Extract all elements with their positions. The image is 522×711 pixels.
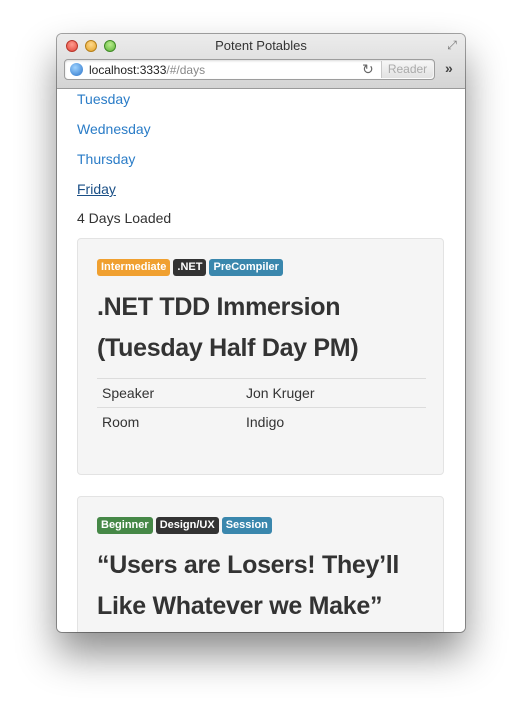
session-details-table: Speaker Jon Kruger Room Indigo bbox=[97, 378, 426, 436]
reload-icon[interactable]: ↻ bbox=[362, 61, 374, 78]
session-type-tag: PreCompiler bbox=[209, 259, 283, 276]
level-tag: Intermediate bbox=[97, 259, 171, 276]
table-row: Speaker Jon Kruger bbox=[97, 378, 426, 408]
table-row: Room Indigo bbox=[97, 407, 426, 436]
tag-list: Beginner Design/UX Session bbox=[97, 517, 272, 534]
session-title-line: .NET TDD Immersion bbox=[97, 293, 341, 321]
day-link-wednesday[interactable]: Wednesday bbox=[77, 121, 151, 137]
globe-icon bbox=[70, 63, 83, 76]
browser-window: Potent Potables ⤢ localhost:3333/#/days … bbox=[57, 34, 465, 632]
day-link-friday[interactable]: Friday bbox=[77, 181, 116, 197]
day-link-tuesday[interactable]: Tuesday bbox=[77, 91, 130, 107]
days-loaded-status: 4 Days Loaded bbox=[77, 210, 172, 226]
room-value: Indigo bbox=[241, 407, 426, 436]
session-title-line: “Users are Losers! They’ll bbox=[97, 551, 400, 579]
title-bar: Potent Potables ⤢ localhost:3333/#/days … bbox=[57, 34, 465, 89]
url-text[interactable]: localhost:3333/#/days bbox=[89, 63, 205, 77]
url-host: localhost:3333 bbox=[89, 63, 167, 77]
page-content: Tuesday Wednesday Thursday Friday 4 Days… bbox=[57, 89, 465, 632]
session-type-tag: Session bbox=[221, 517, 272, 534]
url-path: /#/days bbox=[166, 63, 206, 77]
speaker-label: Speaker bbox=[97, 378, 241, 408]
session-title-line: Like Whatever we Make” bbox=[97, 592, 383, 620]
room-label: Room bbox=[97, 407, 241, 436]
session-card: Beginner Design/UX Session “Users are Lo… bbox=[77, 496, 444, 632]
fullscreen-arrows-icon[interactable]: ⤢ bbox=[445, 38, 459, 52]
window-title: Potent Potables bbox=[215, 38, 307, 53]
session-title: .NET TDD Immersion (Tuesday Half Day PM) bbox=[97, 287, 437, 369]
address-bar[interactable]: localhost:3333/#/days ↻ Reader bbox=[64, 59, 435, 80]
track-tag: .NET bbox=[173, 259, 207, 276]
speaker-value: Jon Kruger bbox=[241, 378, 426, 408]
session-card: Intermediate .NET PreCompiler .NET TDD I… bbox=[77, 238, 444, 475]
tag-list: Intermediate .NET PreCompiler bbox=[97, 259, 283, 276]
session-title-line: (Tuesday Half Day PM) bbox=[97, 334, 359, 362]
session-title: “Users are Losers! They’ll Like Whatever… bbox=[97, 545, 437, 627]
day-link-thursday[interactable]: Thursday bbox=[77, 151, 135, 167]
level-tag: Beginner bbox=[97, 517, 153, 534]
track-tag: Design/UX bbox=[155, 517, 219, 534]
reader-button[interactable]: Reader bbox=[381, 61, 433, 78]
double-chevron-icon[interactable]: » bbox=[445, 60, 453, 76]
